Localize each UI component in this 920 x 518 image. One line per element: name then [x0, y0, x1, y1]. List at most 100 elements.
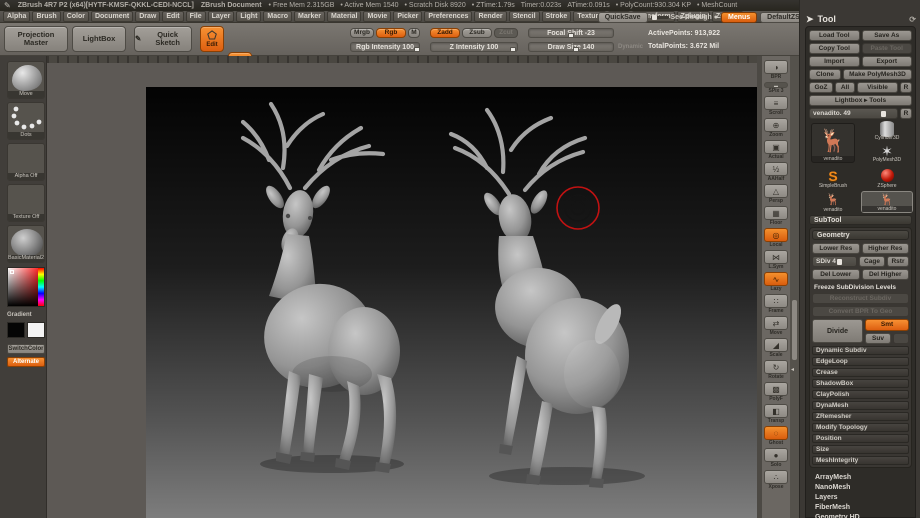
tool-r-button[interactable]: R — [900, 108, 912, 119]
lower-res-button[interactable]: Lower Res — [812, 243, 860, 254]
current-material-thumb[interactable]: BasicMaterial2 — [7, 225, 45, 263]
main-color-swatch[interactable] — [7, 322, 25, 338]
zsub-button[interactable]: Zsub — [462, 28, 492, 38]
menu-item[interactable]: Color — [63, 11, 89, 22]
menu-item[interactable]: Brush — [32, 11, 60, 22]
rstr-button[interactable]: Rstr — [887, 256, 909, 267]
document-canvas[interactable] — [47, 56, 757, 518]
right-shelf-button[interactable]: ◧ Transp — [763, 404, 789, 424]
export-button[interactable]: Export — [862, 56, 913, 67]
right-shelf-button[interactable]: ⋈ L.Sym — [763, 250, 789, 270]
menu-item[interactable]: Stroke — [542, 11, 572, 22]
cage-button[interactable]: Cage — [859, 256, 885, 267]
cylinder3d-tool[interactable]: Cylinder3D — [861, 121, 913, 141]
geometry-subsection[interactable]: EdgeLoop — [812, 357, 909, 366]
right-shelf-button[interactable]: ◎ Local — [763, 228, 789, 248]
geometry-subsection[interactable]: ClayPolish — [812, 390, 909, 399]
menu-item[interactable]: Layer — [208, 11, 235, 22]
zsphere-tool[interactable]: ZSphere — [861, 167, 913, 189]
m-button[interactable]: M — [408, 28, 420, 38]
rgb-intensity-slider[interactable]: Rgb Intensity 100 — [350, 42, 420, 52]
right-shelf-button[interactable]: ⊕ Zoom — [763, 118, 789, 138]
del-higher-button[interactable]: Del Higher — [862, 269, 910, 280]
active-tool-thumb[interactable]: 🦌 venadito — [811, 123, 855, 163]
color-picker[interactable] — [7, 267, 45, 307]
menu-item[interactable]: Material — [327, 11, 361, 22]
menu-item[interactable]: Draw — [135, 11, 160, 22]
current-stroke-thumb[interactable]: Dots — [7, 102, 45, 140]
z-intensity-slider[interactable]: Z Intensity 100 — [430, 42, 518, 52]
load-tool-button[interactable]: Load Tool — [809, 30, 860, 41]
panel-collapse-arrow-icon[interactable]: ◂ — [791, 366, 794, 373]
see-through-track[interactable] — [651, 16, 669, 19]
right-shelf-button[interactable]: ◢ Scale — [763, 338, 789, 358]
polymesh3d-tool[interactable]: ✶ PolyMesh3D — [861, 143, 913, 163]
subtool-section[interactable]: SubTool — [809, 215, 912, 225]
dynamic-label[interactable]: Dynamic — [618, 44, 643, 50]
geometry-section[interactable]: Geometry — [812, 230, 909, 240]
freeze-subdivision-button[interactable]: Freeze SubDivision Levels — [812, 282, 909, 293]
current-brush-thumb[interactable]: Move — [7, 61, 45, 99]
quick-sketch-button[interactable]: ✎ Quick Sketch — [134, 26, 192, 52]
geometry-subsection[interactable]: Modify Topology — [812, 423, 909, 432]
sdiv-slider[interactable]: SDiv 4 — [812, 256, 857, 267]
palette-section[interactable]: Layers — [809, 491, 912, 501]
mrgb-button[interactable]: Mrgb — [350, 28, 374, 38]
hue-strip[interactable] — [38, 268, 44, 306]
menus-button[interactable]: Menus — [721, 12, 757, 23]
right-shelf-button[interactable]: ∴ Xpose — [763, 470, 789, 490]
divide-button[interactable]: Divide — [812, 319, 863, 343]
right-shelf-button[interactable]: ● Solo — [763, 448, 789, 468]
tool-item-slider[interactable]: venadito. 49 — [809, 108, 898, 119]
palette-section[interactable]: ArrayMesh — [809, 471, 912, 481]
menu-item[interactable]: Stencil — [509, 11, 540, 22]
right-shelf-button[interactable]: ½ AAHalf — [763, 162, 789, 182]
edit-button[interactable]: ⬠Edit — [200, 26, 224, 52]
right-shelf-button[interactable]: ▩ PolyF — [763, 382, 789, 402]
right-shelf-button[interactable]: ↻ Rotate — [763, 360, 789, 380]
sculpt-viewport[interactable] — [47, 56, 757, 518]
smt-toggle[interactable]: Smt — [865, 319, 909, 331]
goz-visible-button[interactable]: Visible — [857, 82, 898, 93]
recent-tool-2-selected[interactable]: 🦌 venadito — [861, 191, 913, 213]
del-lower-button[interactable]: Del Lower — [812, 269, 860, 280]
see-through-slider[interactable]: See-through ● — [651, 14, 718, 21]
palette-section[interactable]: Geometry HD — [809, 511, 912, 518]
switch-color-button[interactable]: SwitchColor — [7, 344, 45, 354]
menu-item[interactable]: Picker — [393, 11, 422, 22]
simplebrush-tool[interactable]: S SimpleBrush — [811, 167, 855, 189]
menu-item[interactable]: Edit — [162, 11, 183, 22]
tool-palette-header[interactable]: ➤ Tool ⟳ — [806, 13, 916, 25]
menu-item[interactable]: Movie — [363, 11, 391, 22]
rgb-button[interactable]: Rgb — [376, 28, 406, 38]
import-button[interactable]: Import — [809, 56, 860, 67]
zcut-button[interactable]: Zcut — [494, 28, 518, 38]
geometry-subsection[interactable]: Dynamic Subdiv — [812, 346, 909, 355]
geometry-subsection[interactable]: Crease — [812, 368, 909, 377]
alternate-button[interactable]: Alternate — [7, 357, 45, 367]
menu-item[interactable]: Marker — [294, 11, 325, 22]
gradient-label[interactable]: Gradient — [7, 312, 32, 318]
current-texture-thumb[interactable]: Texture Off — [7, 184, 45, 222]
recent-tool-1[interactable]: 🦌 venadito — [811, 191, 855, 213]
right-shelf-button[interactable]: ◑ BPR — [763, 60, 789, 80]
menu-item[interactable]: Light — [236, 11, 261, 22]
right-shelf-button[interactable]: ∷ Frame — [763, 294, 789, 314]
menu-item[interactable]: Document — [91, 11, 133, 22]
menu-item[interactable]: Macro — [263, 11, 292, 22]
geometry-subsection[interactable]: Size — [812, 445, 909, 454]
goz-button[interactable]: GoZ — [809, 82, 833, 93]
restore-icon[interactable]: ⟳ — [909, 15, 916, 24]
scrollbar-thumb[interactable] — [792, 300, 797, 360]
copy-tool-button[interactable]: Copy Tool — [809, 43, 860, 54]
lightbox-button[interactable]: LightBox — [72, 26, 126, 52]
palette-section[interactable]: NanoMesh — [809, 481, 912, 491]
menu-item[interactable]: Preferences — [424, 11, 472, 22]
secondary-color-swatch[interactable] — [27, 322, 45, 338]
palette-section[interactable]: FiberMesh — [809, 501, 912, 511]
geometry-subsection[interactable]: ZRemesher — [812, 412, 909, 421]
quicksave-button[interactable]: QuickSave — [598, 12, 648, 23]
make-polymesh3d-button[interactable]: Make PolyMesh3D — [843, 69, 912, 80]
current-alpha-thumb[interactable]: Alpha Off — [7, 143, 45, 181]
canvas-background[interactable] — [146, 87, 757, 518]
